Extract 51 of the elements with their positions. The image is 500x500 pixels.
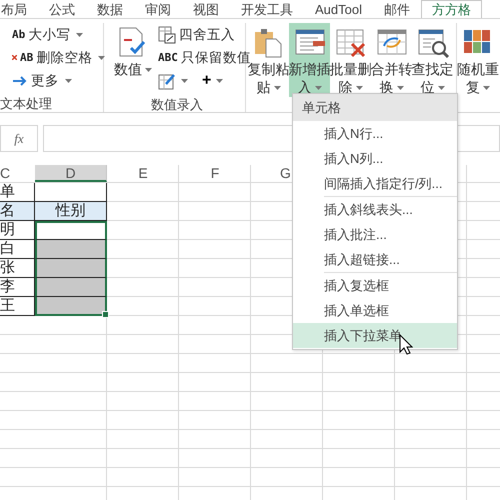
ribbon-button[interactable]: Ab 大小写 <box>12 24 106 45</box>
ribbon-button[interactable] <box>158 72 188 90</box>
menu-item[interactable]: 插入单选框 <box>293 298 457 323</box>
menu-item[interactable]: 插入批注... <box>293 222 457 247</box>
letters-icon: Ab <box>12 28 26 41</box>
menu-item[interactable]: 插入N行... <box>293 121 457 146</box>
ribbon-button[interactable]: AB 删除空格 <box>12 47 106 68</box>
ribbon-button[interactable]: 复制粘贴 <box>248 23 289 97</box>
group-label: 数值录入 <box>150 97 204 112</box>
pencil-table-icon <box>158 72 176 90</box>
table-cell: 性别 <box>35 202 107 221</box>
group-label: 文本处理 <box>0 96 53 112</box>
menu-item[interactable]: 插入下拉菜单 <box>293 323 457 348</box>
column-header[interactable]: E <box>107 165 179 182</box>
table-cell: 张 <box>0 259 35 278</box>
menu-heading: 单元格 <box>293 94 457 121</box>
ribbon-tab[interactable]: 审阅 <box>134 0 182 18</box>
table-cell: 李 <box>0 278 35 297</box>
ribbon-button[interactable]: + <box>202 72 224 90</box>
menu-item[interactable]: 插入超链接... <box>293 247 457 272</box>
ribbon-button[interactable]: 随机重复 <box>457 23 499 97</box>
letters-icon: AB <box>20 51 34 64</box>
ribbon-tab[interactable]: 公式 <box>38 0 86 18</box>
table-cell: 王 <box>0 297 35 316</box>
table-cell: 名 <box>0 202 35 221</box>
ribbon-tab[interactable]: 布局 <box>0 0 38 18</box>
ribbon-tab[interactable]: 开发工具 <box>230 0 304 18</box>
column-header[interactable]: F <box>179 165 251 182</box>
menu-item[interactable]: 插入复选框 <box>293 273 457 298</box>
fill-handle[interactable] <box>102 311 109 318</box>
menu-item[interactable]: 间隔插入指定行/列... <box>293 171 457 196</box>
table-cell: 明 <box>0 221 35 240</box>
table-cell: 单 <box>0 183 35 202</box>
column-header[interactable]: C <box>0 165 35 182</box>
ribbon-button[interactable]: 四舍五入 <box>158 24 251 45</box>
table-grid-icon <box>158 26 176 44</box>
function-button[interactable]: fx <box>0 125 38 152</box>
ribbon-tab[interactable]: 数据 <box>86 0 134 18</box>
arrow-icon <box>12 74 28 86</box>
ribbon-tab[interactable]: 邮件 <box>372 0 421 18</box>
cross-icon <box>12 55 17 60</box>
table-cell: 白 <box>0 240 35 259</box>
ribbon-tab[interactable]: 方方格 <box>420 0 482 18</box>
ribbon-tab[interactable]: AudTool <box>304 0 373 18</box>
ribbon-tab[interactable]: 视图 <box>182 0 230 18</box>
menu-item[interactable]: 插入斜线表头... <box>293 197 457 222</box>
letters-icon: ABC <box>158 51 178 64</box>
ribbon-button[interactable]: 数值 <box>112 23 154 97</box>
menu-item[interactable]: 插入N列... <box>293 146 457 171</box>
column-header[interactable]: D <box>35 165 107 182</box>
ribbon-button[interactable]: 更多 <box>12 70 106 91</box>
